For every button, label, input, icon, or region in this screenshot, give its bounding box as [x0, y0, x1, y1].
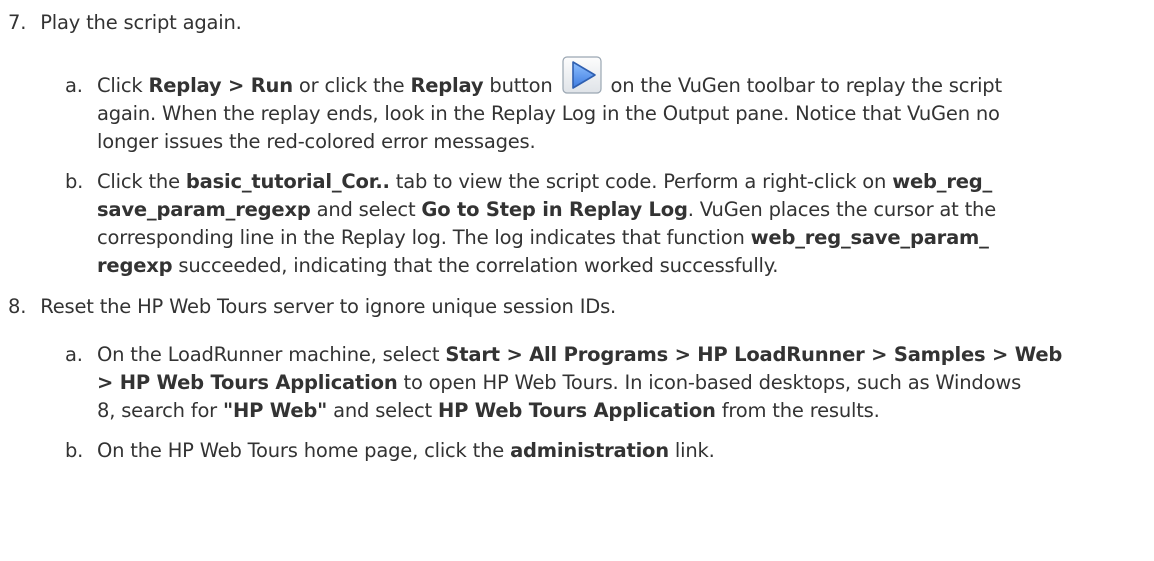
replay-play-icon[interactable]	[561, 55, 602, 94]
step-number: 8.	[8, 295, 27, 318]
bold-term: Replay	[410, 74, 484, 97]
step-text: Play the script again.	[40, 11, 242, 34]
bold-term: web_reg_	[892, 170, 993, 193]
substep-7b-line-1: Click the basic_tutorial_Cor.. tab to vi…	[97, 170, 993, 193]
bold-term: > HP Web Tours Application	[97, 371, 398, 394]
bold-term: Go to Step in Replay Log	[421, 198, 688, 221]
substep-7a-line-1: Click Replay > Run or click the Replay b…	[97, 55, 1002, 100]
step-number: 7.	[8, 11, 27, 34]
substep-7b-line-4: regexp succeeded, indicating that the co…	[97, 254, 779, 277]
step-8: 8. Reset the HP Web Tours server to igno…	[8, 294, 616, 320]
substep-8a-line-2: > HP Web Tours Application to open HP We…	[97, 371, 1022, 394]
bold-term: administration	[510, 439, 669, 462]
substep-7b-line-3: corresponding line in the Replay log. Th…	[97, 226, 989, 249]
bold-term: Start > All Programs > HP LoadRunner > S…	[445, 343, 1063, 366]
substep-8a-line-1: On the LoadRunner machine, select Start …	[97, 343, 1063, 366]
substep-8a-line-3: 8, search for "HP Web" and select HP Web…	[97, 399, 880, 422]
bold-term: basic_tutorial_Cor..	[185, 170, 390, 193]
bold-term: save_param_regexp	[97, 198, 311, 221]
substep-marker: a.	[65, 343, 83, 366]
bold-term: regexp	[97, 254, 173, 277]
substep-7a-line-2: again. When the replay ends, look in the…	[97, 102, 1000, 125]
substep-7b-line-2: save_param_regexp and select Go to Step …	[97, 198, 996, 221]
substep-7a-line-3: longer issues the red-colored error mess…	[97, 130, 536, 153]
substep-8b-line-1: On the HP Web Tours home page, click the…	[97, 439, 715, 462]
bold-term: "HP Web"	[223, 399, 328, 422]
bold-term: web_reg_save_param_	[750, 226, 989, 249]
bold-term: HP Web Tours Application	[437, 399, 716, 422]
step-7: 7. Play the script again.	[8, 10, 242, 36]
substep-marker: b.	[65, 170, 84, 193]
substep-marker: b.	[65, 439, 84, 462]
substep-marker: a.	[65, 74, 83, 97]
step-text: Reset the HP Web Tours server to ignore …	[40, 295, 617, 318]
bold-term: Replay > Run	[148, 74, 293, 97]
